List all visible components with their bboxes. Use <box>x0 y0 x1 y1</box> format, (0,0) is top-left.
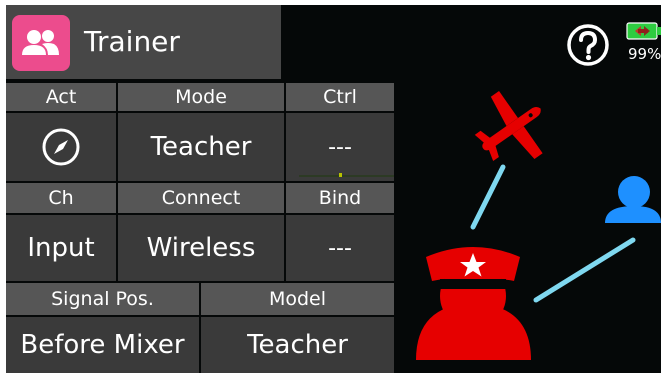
header-model: Model <box>201 283 394 315</box>
signal-pos-value[interactable]: Before Mixer <box>6 317 199 373</box>
header-act: Act <box>6 83 116 111</box>
ch-value[interactable]: Input <box>6 215 116 281</box>
teacher-avatar-icon <box>416 247 531 360</box>
header-ch: Ch <box>6 183 116 213</box>
ctrl-indicator-dot <box>339 173 342 177</box>
compass-icon <box>42 128 80 166</box>
bind-value[interactable]: --- <box>286 215 394 281</box>
header-mode: Mode <box>118 83 284 111</box>
header-signal-pos: Signal Pos. <box>6 283 199 315</box>
page-title: Trainer <box>84 25 180 58</box>
header-ctrl: Ctrl <box>286 83 394 111</box>
link-line-airplane <box>470 164 506 230</box>
mode-value[interactable]: Teacher <box>118 113 284 181</box>
model-value[interactable]: Teacher <box>201 317 394 373</box>
header-bind: Bind <box>286 183 394 213</box>
ctrl-indicator-track <box>299 175 394 177</box>
trainer-users-icon[interactable] <box>12 15 70 71</box>
trainer-screen: Trainer Act Mode Ctrl Teacher --- Ch Con… <box>6 5 661 373</box>
title-bar: Trainer <box>6 5 281 79</box>
connect-value[interactable]: Wireless <box>118 215 284 281</box>
ctrl-value[interactable]: --- <box>286 113 394 181</box>
student-avatar-icon <box>605 176 661 223</box>
airplane-icon <box>474 90 543 162</box>
act-value[interactable] <box>6 113 116 181</box>
header-connect: Connect <box>118 183 284 213</box>
link-line-student <box>533 237 636 303</box>
trainer-illustration <box>416 90 661 360</box>
